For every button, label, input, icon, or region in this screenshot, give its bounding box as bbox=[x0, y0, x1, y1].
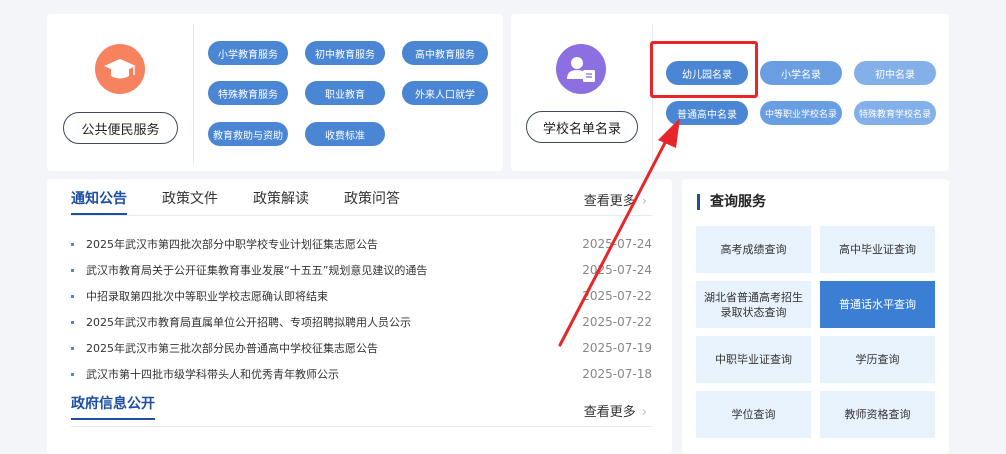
gaokao-score-query-button[interactable]: 高考成绩查询 bbox=[696, 226, 811, 273]
school-list-button[interactable]: 学校名单名录 bbox=[526, 111, 638, 143]
vocational-education-button[interactable]: 职业教育 bbox=[305, 81, 385, 105]
list-item[interactable]: 2025年武汉市第三批次部分民办普通高中学校征集志愿公告 2025-07-19 bbox=[71, 335, 652, 361]
gov-more-link[interactable]: 查看更多 › bbox=[584, 401, 647, 420]
public-service-button[interactable]: 公共便民服务 bbox=[63, 112, 178, 144]
query-service-card: 查询服务 高考成绩查询 高中毕业证查询 湖北省普通高考招生录取状态查询 普通话水… bbox=[682, 179, 949, 454]
divider bbox=[71, 215, 652, 216]
chevron-right-icon: › bbox=[641, 194, 647, 209]
primary-education-service-button[interactable]: 小学教育服务 bbox=[208, 41, 288, 65]
annotation-highlight-box bbox=[650, 41, 758, 98]
notice-more-link[interactable]: 查看更多 › bbox=[584, 190, 647, 209]
tab-policy-qa[interactable]: 政策问答 bbox=[344, 187, 400, 215]
admission-status-query-button[interactable]: 湖北省普通高考招生录取状态查询 bbox=[696, 281, 811, 328]
public-service-card: 公共便民服务 小学教育服务 初中教育服务 高中教育服务 特殊教育服务 职业教育 … bbox=[47, 14, 503, 171]
fee-standard-button[interactable]: 收费标准 bbox=[305, 122, 385, 146]
tab-gov-info[interactable]: 政府信息公开 bbox=[71, 392, 155, 420]
query-title: 查询服务 bbox=[697, 194, 766, 210]
migrant-schooling-button[interactable]: 外来人口就学 bbox=[402, 81, 488, 105]
education-aid-button[interactable]: 教育救助与资助 bbox=[208, 122, 288, 146]
divider bbox=[193, 24, 194, 164]
teacher-qualification-query-button[interactable]: 教师资格查询 bbox=[820, 391, 935, 438]
list-item[interactable]: 中招录取第四批次中等职业学校志愿确认即将结束 2025-07-22 bbox=[71, 283, 652, 309]
tab-policy-interpretation[interactable]: 政策解读 bbox=[253, 187, 309, 215]
list-item[interactable]: 2025年武汉市第四批次部分中职学校专业计划征集志愿公告 2025-07-24 bbox=[71, 231, 652, 257]
tab-policy-docs[interactable]: 政策文件 bbox=[162, 187, 218, 215]
primary-school-list-button[interactable]: 小学名录 bbox=[760, 61, 842, 85]
education-record-query-button[interactable]: 学历查询 bbox=[820, 336, 935, 383]
divider bbox=[71, 426, 652, 427]
user-list-icon bbox=[556, 44, 606, 94]
degree-query-button[interactable]: 学位查询 bbox=[696, 391, 811, 438]
graduation-cap-icon bbox=[95, 44, 145, 94]
notice-tabs: 通知公告 政策文件 政策解读 政策问答 bbox=[71, 187, 435, 215]
vocational-diploma-query-button[interactable]: 中职毕业证查询 bbox=[696, 336, 811, 383]
list-item[interactable]: 武汉市教育局关于公开征集教育事业发展“十五五”规划意见建议的通告 2025-07-… bbox=[71, 257, 652, 283]
mandarin-level-query-button[interactable]: 普通话水平查询 bbox=[820, 281, 935, 328]
senior-education-service-button[interactable]: 高中教育服务 bbox=[402, 41, 488, 65]
senior-high-list-button[interactable]: 普通高中名录 bbox=[666, 101, 748, 125]
chevron-right-icon: › bbox=[641, 405, 647, 420]
special-education-service-button[interactable]: 特殊教育服务 bbox=[208, 81, 288, 105]
high-school-diploma-query-button[interactable]: 高中毕业证查询 bbox=[820, 226, 935, 273]
list-item[interactable]: 武汉市第十四批市级学科带头人和优秀青年教师公示 2025-07-18 bbox=[71, 361, 652, 387]
junior-education-service-button[interactable]: 初中教育服务 bbox=[305, 41, 385, 65]
special-school-list-button[interactable]: 特殊教育学校名录 bbox=[854, 101, 936, 125]
list-item[interactable]: 2025年武汉市教育局直属单位公开招聘、专项招聘拟聘用人员公示 2025-07-2… bbox=[71, 309, 652, 335]
news-list: 2025年武汉市第四批次部分中职学校专业计划征集志愿公告 2025-07-24 武… bbox=[71, 231, 652, 387]
vocational-school-list-button[interactable]: 中等职业学校名录 bbox=[760, 101, 842, 125]
gov-info-header: 政府信息公开 bbox=[71, 392, 190, 420]
junior-school-list-button[interactable]: 初中名录 bbox=[854, 61, 936, 85]
tab-notice[interactable]: 通知公告 bbox=[71, 187, 127, 215]
notice-card: 通知公告 政策文件 政策解读 政策问答 查看更多 › 2025年武汉市第四批次部分… bbox=[47, 179, 672, 454]
